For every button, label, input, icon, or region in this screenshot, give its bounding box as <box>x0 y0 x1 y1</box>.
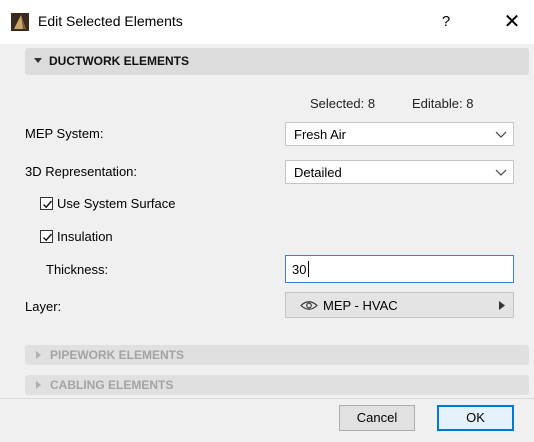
submenu-arrow-icon <box>499 301 505 310</box>
section-cabling-header[interactable]: CABLING ELEMENTS <box>25 375 529 395</box>
section-ductwork-label: DUCTWORK ELEMENTS <box>49 54 189 68</box>
section-cabling-label: CABLING ELEMENTS <box>50 378 174 392</box>
insulation-label: Insulation <box>57 229 113 244</box>
use-system-surface-label: Use System Surface <box>57 196 176 211</box>
layer-value: MEP - HVAC <box>323 298 398 313</box>
thickness-input[interactable] <box>292 261 502 277</box>
layer-selector[interactable]: MEP - HVAC <box>285 292 514 318</box>
checkbox-box[interactable] <box>40 197 53 210</box>
layer-label: Layer: <box>25 299 62 314</box>
collapse-arrow-icon <box>34 58 42 63</box>
mep-system-label: MEP System: <box>25 126 104 141</box>
mep-system-dropdown[interactable]: Fresh Air <box>285 122 514 146</box>
chevron-down-icon <box>495 169 507 176</box>
window-title: Edit Selected Elements <box>38 13 183 29</box>
cancel-button[interactable]: Cancel <box>339 405 415 431</box>
thickness-field[interactable] <box>285 255 514 283</box>
section-ductwork-header[interactable]: DUCTWORK ELEMENTS <box>25 48 529 75</box>
text-caret <box>308 261 309 277</box>
representation-dropdown[interactable]: Detailed <box>285 160 514 184</box>
representation-label: 3D Representation: <box>25 164 138 179</box>
editable-count: Editable: 8 <box>412 96 474 111</box>
section-pipework-label: PIPEWORK ELEMENTS <box>50 348 185 362</box>
close-button[interactable]: ✕ <box>492 9 532 35</box>
title-bar: Edit Selected Elements ? ✕ <box>0 0 534 44</box>
expand-arrow-icon <box>36 381 41 389</box>
chevron-down-icon <box>495 131 507 138</box>
mep-system-value: Fresh Air <box>294 127 347 142</box>
eye-icon <box>300 301 318 310</box>
checkmark-icon <box>43 200 53 209</box>
checkmark-icon <box>43 233 53 242</box>
archicad-app-icon <box>11 13 29 31</box>
selected-count: Selected: 8 <box>310 96 376 111</box>
checkbox-box[interactable] <box>40 230 53 243</box>
thickness-label: Thickness: <box>46 262 109 277</box>
footer-divider <box>0 398 534 399</box>
ok-button[interactable]: OK <box>437 405 514 431</box>
expand-arrow-icon <box>36 351 41 359</box>
representation-value: Detailed <box>294 165 342 180</box>
section-pipework-header[interactable]: PIPEWORK ELEMENTS <box>25 345 529 365</box>
help-button[interactable]: ? <box>432 9 460 35</box>
